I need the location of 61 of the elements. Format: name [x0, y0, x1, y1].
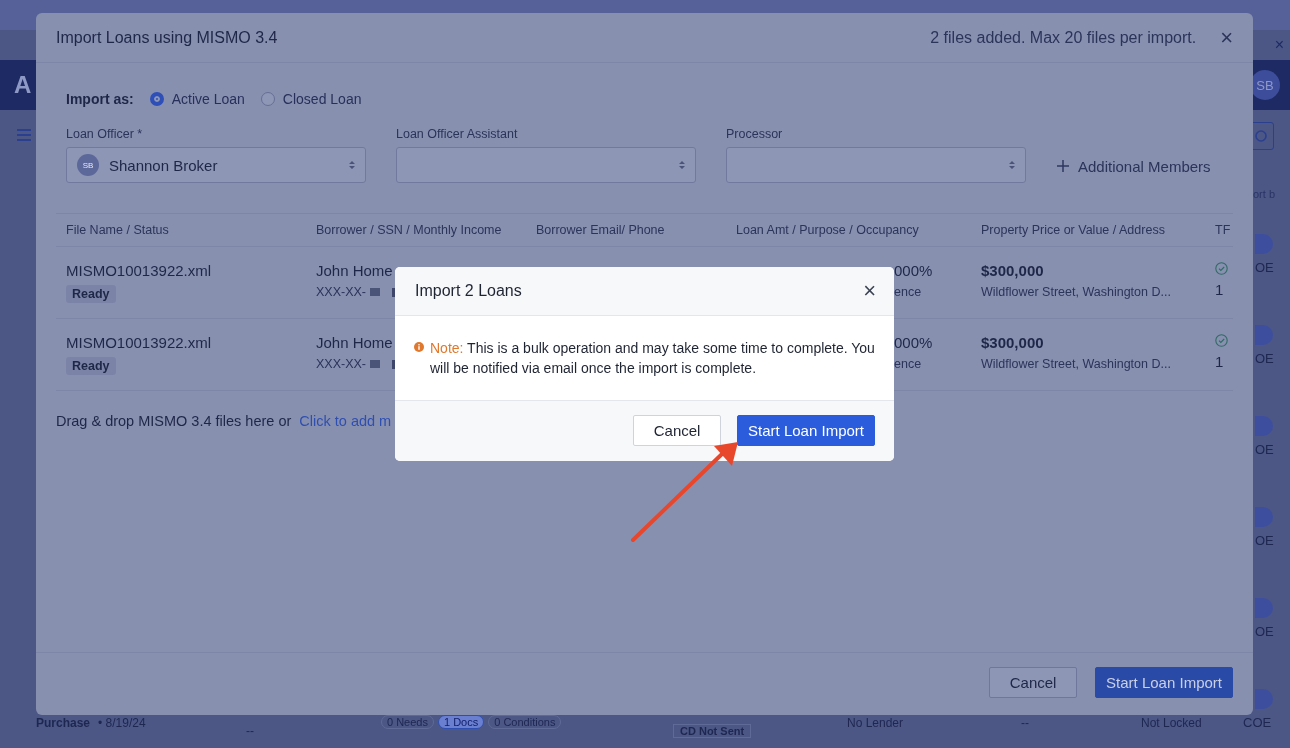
loan-rate: 000%	[894, 262, 933, 279]
count-tag[interactable]: 1 Docs	[438, 715, 485, 729]
close-button[interactable]: ×	[1220, 26, 1233, 49]
field-label: Loan Officer *	[66, 127, 144, 141]
ssn-text: XXX-XX-	[316, 285, 366, 299]
tf-value: 1	[1215, 281, 1224, 298]
property-address: Wildflower Street, Washington D...	[981, 285, 1171, 299]
add-members-button[interactable]: Additional Members	[1056, 149, 1211, 183]
field-label: Processor	[726, 127, 784, 141]
column-header: Property Price or Value / Address	[980, 223, 1166, 237]
info-icon	[414, 342, 424, 352]
status-badge: Ready	[66, 285, 116, 303]
app-logo[interactable]: A	[14, 71, 32, 99]
occupancy-text: ence	[894, 357, 922, 371]
redacted-block	[370, 360, 380, 368]
select-field[interactable]	[396, 147, 696, 183]
property-price: $300,000	[981, 262, 1044, 279]
column-header: Borrower Email/ Phone	[535, 223, 666, 237]
start-import-button[interactable]: Start Loan Import	[1095, 666, 1233, 698]
property-price: $300,000	[981, 334, 1044, 351]
file-name: MISMO10013922.xml	[66, 334, 212, 351]
note-text: Note: This is a bulk operation and may take some time to complete. You will be notified via email once the import is complete.	[430, 339, 876, 378]
sort-caret-icon	[349, 160, 355, 170]
ssn-text: XXX-XX-	[316, 357, 366, 371]
modal-title: Import Loans using MISMO 3.4	[56, 28, 279, 47]
occupancy-text: ence	[894, 285, 922, 299]
column-header: TF	[1214, 223, 1232, 237]
column-header: Loan Amt / Purpose / Occupancy	[735, 223, 920, 237]
file-count-text: 2 files added. Max 20 files per import.	[930, 28, 1197, 47]
plus-icon	[1056, 159, 1070, 173]
radio-icon[interactable]	[149, 92, 164, 106]
start-import-button[interactable]: Start Loan Import	[737, 414, 875, 446]
redacted-block	[370, 288, 380, 296]
column-header: File Name / Status	[65, 223, 170, 237]
filter-icon[interactable]	[16, 128, 32, 142]
empty-value: --	[245, 723, 255, 738]
radio-option[interactable]: Active Loan	[149, 91, 245, 107]
cancel-button[interactable]: Cancel	[633, 414, 722, 446]
empty-value: --	[1021, 715, 1030, 730]
tf-value: 1	[1215, 353, 1224, 370]
cancel-button[interactable]: Cancel	[989, 666, 1078, 698]
add-files-link[interactable]: Click to add m	[299, 413, 392, 429]
property-address: Wildflower Street, Washington D...	[981, 357, 1171, 371]
radio-icon[interactable]	[260, 92, 275, 106]
radio-option[interactable]: Closed Loan	[260, 91, 362, 107]
loan-rate: 000%	[894, 334, 933, 351]
drop-instructions: Drag & drop MISMO 3.4 files here or	[56, 413, 292, 429]
file-name: MISMO10013922.xml	[66, 262, 212, 279]
select-field[interactable]	[726, 147, 1026, 183]
column-header: Borrower / SSN / Monthly Income	[315, 223, 503, 237]
borrower-name: John Home	[316, 262, 393, 279]
circle-icon	[1254, 129, 1268, 143]
sort-caret-icon	[1009, 160, 1015, 170]
sort-caret-icon	[679, 160, 685, 170]
dialog-title: Import 2 Loans	[415, 282, 522, 300]
select-field[interactable]: SB Shannon Broker	[66, 147, 366, 183]
import-as-label: Import as:	[66, 91, 134, 107]
close-button[interactable]: ×	[863, 280, 876, 302]
field-label: Loan Officer Assistant	[396, 127, 519, 141]
borrower-name: John Home	[316, 334, 393, 351]
status-badge: Ready	[66, 357, 116, 375]
